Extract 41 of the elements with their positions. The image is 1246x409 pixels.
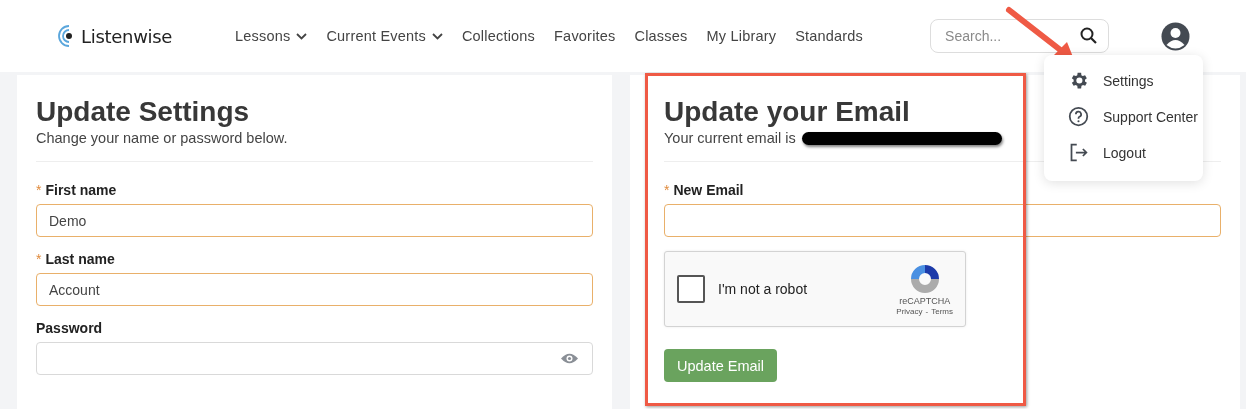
nav-link[interactable]: Classes — [634, 28, 688, 44]
nav-link[interactable]: Lessons — [235, 28, 308, 44]
search-icon[interactable] — [1080, 27, 1098, 44]
input-field[interactable] — [36, 342, 593, 375]
logout-icon — [1068, 142, 1089, 163]
menu-item[interactable]: Support Center — [1068, 106, 1203, 127]
search-field[interactable]: Search... — [930, 19, 1110, 53]
nav-link[interactable]: Standards — [795, 28, 864, 44]
field-label: New Email — [673, 182, 744, 198]
help-icon — [1068, 106, 1089, 127]
field-label: First name — [45, 182, 117, 198]
chevron-down-icon — [296, 32, 308, 40]
card-title: Update Settings — [36, 95, 250, 129]
card-subtitle: Your current email is — [664, 129, 796, 147]
required-mark: * — [36, 251, 42, 267]
eye-icon[interactable] — [560, 352, 579, 365]
field-label: Last name — [45, 251, 115, 267]
terms-link[interactable]: Terms — [931, 306, 953, 316]
captcha-logo-icon — [908, 262, 941, 295]
field-label: Password — [36, 320, 103, 336]
required-mark: * — [664, 182, 670, 198]
required-mark: * — [36, 182, 42, 198]
input-field[interactable]: Account — [36, 273, 593, 306]
nav-link[interactable]: My Library — [706, 28, 777, 44]
menu-item[interactable]: Logout — [1068, 142, 1203, 163]
card-title: Update your Email — [664, 95, 910, 129]
input-field[interactable]: Demo — [36, 204, 593, 237]
menu-item[interactable]: Settings — [1068, 70, 1203, 91]
nav-link[interactable]: Current Events — [326, 28, 443, 44]
captcha-brand: reCAPTCHA — [899, 295, 951, 306]
input-field[interactable] — [664, 204, 1221, 237]
chevron-down-icon — [431, 32, 443, 40]
captcha-label: I'm not a robot — [718, 281, 809, 297]
logo-text[interactable]: Listenwise — [81, 25, 173, 47]
user-avatar-icon[interactable] — [1161, 21, 1191, 51]
nav-link[interactable]: Collections — [461, 28, 536, 44]
captcha-checkbox[interactable] — [677, 275, 705, 303]
link-separator: - — [925, 306, 929, 316]
nav-link[interactable]: Favorites — [554, 28, 616, 44]
privacy-link[interactable]: Privacy — [896, 306, 923, 316]
card-subtitle: Change your name or password below. — [36, 129, 289, 147]
